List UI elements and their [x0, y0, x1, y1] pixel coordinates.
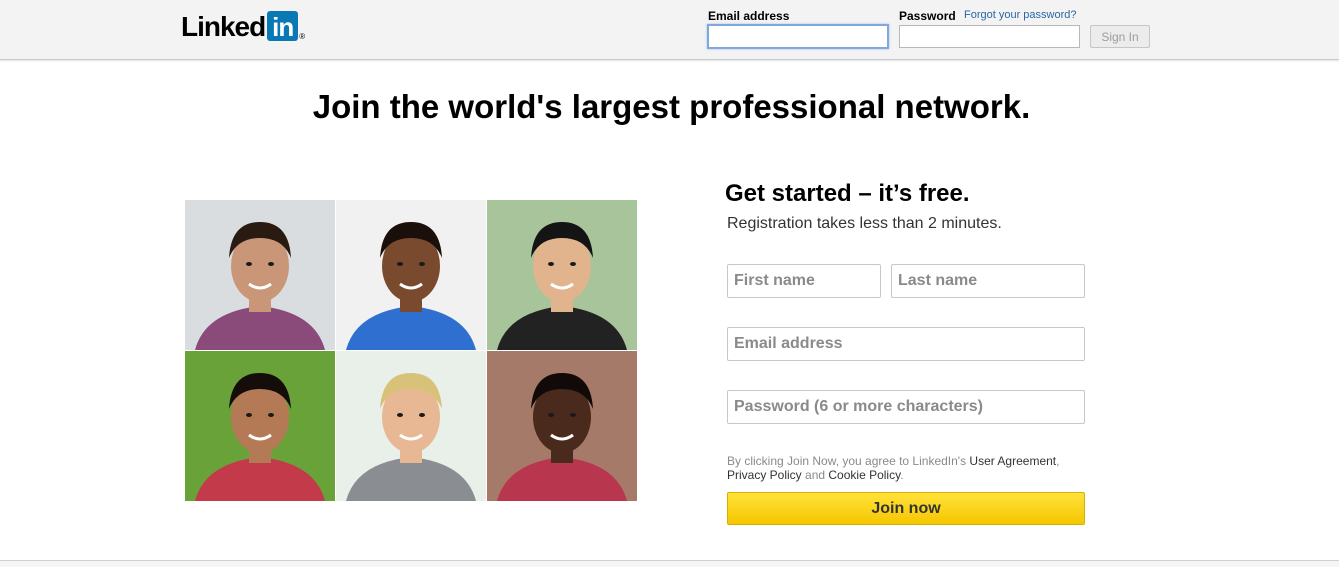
top-bar: Linked in ® Email address Password Forgo…	[0, 0, 1339, 60]
get-started-title: Get started – it’s free.	[725, 180, 970, 207]
logo-in-box: in	[267, 11, 299, 42]
member-photo-1	[185, 200, 335, 350]
sign-in-button[interactable]: Sign In	[1090, 25, 1150, 48]
portrait-graphic	[185, 200, 335, 350]
right-eye	[570, 413, 576, 417]
signin-password-input[interactable]	[899, 25, 1080, 48]
linkedin-logo[interactable]: Linked in ®	[181, 11, 305, 45]
signin-password-label: Password	[899, 9, 956, 23]
logo-wordmark: Linked	[181, 11, 266, 42]
portrait-graphic	[487, 351, 637, 501]
member-photo-6	[487, 351, 637, 501]
left-eye	[397, 262, 403, 266]
forgot-password-link[interactable]: Forgot your password?	[964, 9, 1077, 21]
terms-prefix: By clicking Join Now, you agree to Linke…	[727, 454, 970, 468]
portrait-graphic	[336, 200, 486, 350]
left-eye	[548, 413, 554, 417]
left-eye	[397, 413, 403, 417]
terms-and: and	[801, 468, 829, 482]
last-name-field[interactable]	[891, 264, 1085, 298]
page-headline: Join the world's largest professional ne…	[312, 88, 1031, 125]
right-eye	[419, 262, 425, 266]
member-photo-2	[336, 200, 486, 350]
member-photo-4	[185, 351, 335, 501]
password-field[interactable]	[727, 390, 1085, 424]
left-eye	[246, 262, 252, 266]
right-eye	[268, 413, 274, 417]
email-field[interactable]	[727, 327, 1085, 361]
privacy-policy-link[interactable]: Privacy Policy	[727, 468, 802, 482]
portrait-graphic	[336, 351, 486, 501]
user-agreement-link[interactable]: User Agreement	[969, 454, 1056, 468]
terms-comma: ,	[1056, 454, 1060, 468]
portrait-graphic	[487, 200, 637, 350]
right-eye	[268, 262, 274, 266]
member-photo-3	[487, 200, 637, 350]
member-photo-5	[336, 351, 486, 501]
join-now-button[interactable]: Join now	[727, 492, 1085, 525]
left-eye	[246, 413, 252, 417]
right-eye	[570, 262, 576, 266]
member-photo-grid	[185, 200, 637, 501]
terms-period: .	[900, 468, 904, 482]
cookie-policy-link[interactable]: Cookie Policy	[828, 468, 900, 482]
first-name-field[interactable]	[727, 264, 881, 298]
portrait-graphic	[185, 351, 335, 501]
signin-email-input[interactable]	[707, 24, 889, 49]
terms-notice: By clicking Join Now, you agree to Linke…	[727, 454, 1087, 482]
left-eye	[548, 262, 554, 266]
registered-mark: ®	[299, 32, 306, 41]
registration-subtitle: Registration takes less than 2 minutes.	[727, 215, 1002, 232]
right-eye	[419, 413, 425, 417]
signin-email-label: Email address	[708, 9, 790, 23]
